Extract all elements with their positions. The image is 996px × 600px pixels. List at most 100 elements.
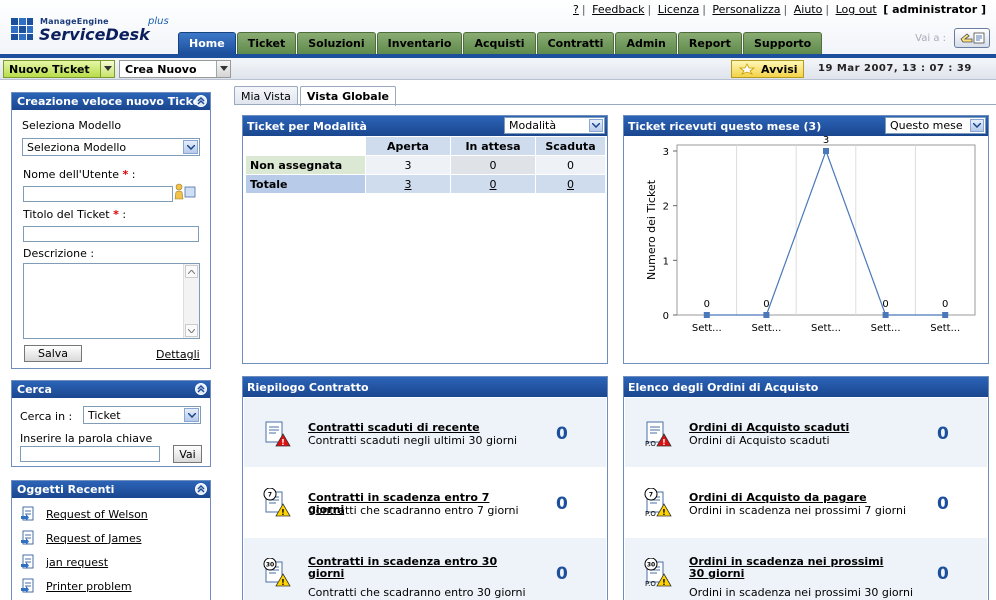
total-link[interactable]: 0 (567, 178, 574, 191)
data-label: 0 (763, 299, 769, 310)
logo[interactable]: ManageEngine ServiceDesk plus (10, 14, 170, 46)
badge-label: 30 (266, 562, 274, 569)
order-title-link[interactable]: Ordini di Acquisto da pagare (689, 492, 889, 504)
chevron-down-icon (103, 66, 112, 71)
tab-soluzioni[interactable]: Soluzioni (297, 32, 376, 54)
order-title-link[interactable]: Ordini in scadenza nei prossimi 30 giorn… (689, 556, 889, 580)
keyword-input[interactable] (20, 446, 160, 462)
po-label: P.O (645, 580, 656, 588)
orders-title: Elenco degli Ordini di Acquisto (628, 380, 819, 394)
recent-item-label[interactable]: jan request (46, 556, 108, 569)
contract-description: Contratti che scadranno entro 7 giorni (308, 504, 519, 517)
recent-item[interactable]: Request of James (20, 529, 141, 547)
recent-item[interactable]: Request of Welson (20, 505, 148, 523)
tickets-month-title: Ticket ricevuti questo mese (3) (628, 119, 822, 133)
contract-count[interactable]: 0 (556, 564, 568, 584)
contract-count[interactable]: 0 (556, 494, 568, 514)
tab-inventario[interactable]: Inventario (376, 32, 463, 54)
tab-mia-vista[interactable]: Mia Vista (234, 86, 298, 105)
period-select[interactable]: Questo mese (885, 117, 986, 134)
collapse-recent-button[interactable] (195, 483, 207, 495)
license-link[interactable]: Licenza (658, 3, 700, 16)
double-chevron-up-icon (197, 97, 205, 105)
order-count[interactable]: 0 (937, 564, 949, 584)
nuovo-ticket-button[interactable]: Nuovo Ticket (3, 60, 115, 78)
tab-contratti[interactable]: Contratti (536, 32, 615, 54)
order-description: Ordini in scadenza nei prossimi 7 giorni (689, 504, 907, 517)
data-point (763, 312, 770, 318)
contract-row: ! Contratti scaduti di recente Contratti s… (244, 398, 606, 467)
table-cell: 0 (535, 155, 606, 175)
order-row: P.O 7! Ordini di Acquisto da pagare Ordini … (625, 468, 987, 537)
y-tick-label: 0 (663, 311, 669, 322)
ticket-title-input[interactable] (23, 226, 199, 242)
recent-item[interactable]: jan request (20, 553, 108, 571)
contract-title-link[interactable]: Contratti in scadenza entro 30 giorni (308, 556, 508, 580)
svg-text:!: ! (662, 578, 666, 587)
recent-item[interactable]: Printer problem (20, 577, 132, 595)
period-select-value: Questo mese (890, 119, 963, 132)
collapse-search-button[interactable] (195, 383, 207, 395)
aiuto-link[interactable]: Aiuto (794, 3, 823, 16)
period-select-arrow[interactable] (970, 119, 984, 132)
help-link[interactable]: ? (573, 3, 579, 16)
tab-home[interactable]: Home (178, 32, 236, 54)
model-select[interactable]: Seleziona Modello (22, 138, 200, 156)
order-title-link[interactable]: Ordini di Acquisto scaduti (689, 422, 889, 434)
tab-admin[interactable]: Admin (615, 32, 677, 54)
recent-item-label[interactable]: Printer problem (46, 580, 132, 593)
search-in-select[interactable]: Ticket (83, 406, 201, 424)
order-count[interactable]: 0 (937, 424, 949, 444)
collapse-quick-create-button[interactable] (195, 95, 207, 107)
crea-nuovo-dropdown[interactable] (216, 61, 230, 77)
search-in-label: Cerca in : (20, 410, 73, 423)
vai-a-button[interactable] (954, 28, 990, 48)
tab-vista-globale[interactable]: Vista Globale (299, 86, 396, 106)
description-textarea[interactable] (23, 263, 200, 339)
ticket-mode-table: Aperta In attesa Scaduta Non assegnata 3… (245, 136, 606, 194)
user-lookup-icon[interactable] (174, 183, 196, 201)
crea-nuovo-select[interactable]: Crea Nuovo (119, 60, 231, 78)
x-tick-label: Sett... (751, 323, 781, 334)
x-tick-label: Sett... (692, 323, 722, 334)
contract-title-link[interactable]: Contratti scaduti di recente (308, 422, 508, 434)
user-name-colon: : (131, 168, 136, 181)
x-tick-label: Sett... (930, 323, 960, 334)
description-scrollbar[interactable] (183, 264, 199, 338)
tab-report[interactable]: Report (677, 32, 742, 54)
avvisi-button[interactable]: Avvisi (731, 60, 804, 78)
main-tabs: Home Ticket Soluzioni Inventario Acquist… (178, 32, 823, 54)
ticket-mode-header: Ticket per Modalità Modalità (243, 116, 607, 136)
user-name-input[interactable] (23, 186, 173, 202)
personalize-link[interactable]: Personalizza (712, 3, 780, 16)
save-button[interactable]: Salva (24, 345, 82, 362)
search-in-value: Ticket (88, 408, 121, 422)
svg-text:!: ! (662, 438, 666, 447)
ticket-mode-select-arrow[interactable] (589, 119, 603, 132)
feedback-link[interactable]: Feedback (592, 3, 644, 16)
quick-create-panel: Creazione veloce nuovo Ticket Seleziona … (11, 92, 211, 369)
double-chevron-up-icon (197, 385, 205, 393)
view-tabs-divider (234, 104, 996, 105)
recent-item-label[interactable]: Request of Welson (46, 508, 148, 521)
details-link[interactable]: Dettagli (156, 348, 200, 361)
contract-count[interactable]: 0 (556, 424, 568, 444)
order-count[interactable]: 0 (937, 494, 949, 514)
total-link[interactable]: 0 (490, 178, 497, 191)
contract-row: 30! Contratti in scadenza entro 30 giorni… (244, 538, 606, 600)
total-link[interactable]: 3 (405, 178, 412, 191)
logout-link[interactable]: Log out (836, 3, 877, 16)
recent-item-label[interactable]: Request of James (46, 532, 141, 545)
ticket-title-label-row: Titolo del Ticket * : (23, 208, 126, 221)
model-select-arrow[interactable] (183, 140, 198, 154)
search-in-arrow[interactable] (184, 408, 199, 422)
order-description: Ordini in scadenza nei prossimi 30 giorn… (689, 586, 914, 599)
ticket-mode-select[interactable]: Modalità (504, 117, 605, 134)
tab-supporto[interactable]: Supporto (742, 32, 823, 54)
search-go-button[interactable]: Vai (173, 445, 202, 463)
tab-ticket[interactable]: Ticket (236, 32, 297, 54)
svg-text:!: ! (662, 508, 666, 517)
nuovo-ticket-dropdown[interactable] (100, 61, 114, 77)
tab-acquisti[interactable]: Acquisti (463, 32, 536, 54)
table-cell: 3 (365, 155, 451, 175)
